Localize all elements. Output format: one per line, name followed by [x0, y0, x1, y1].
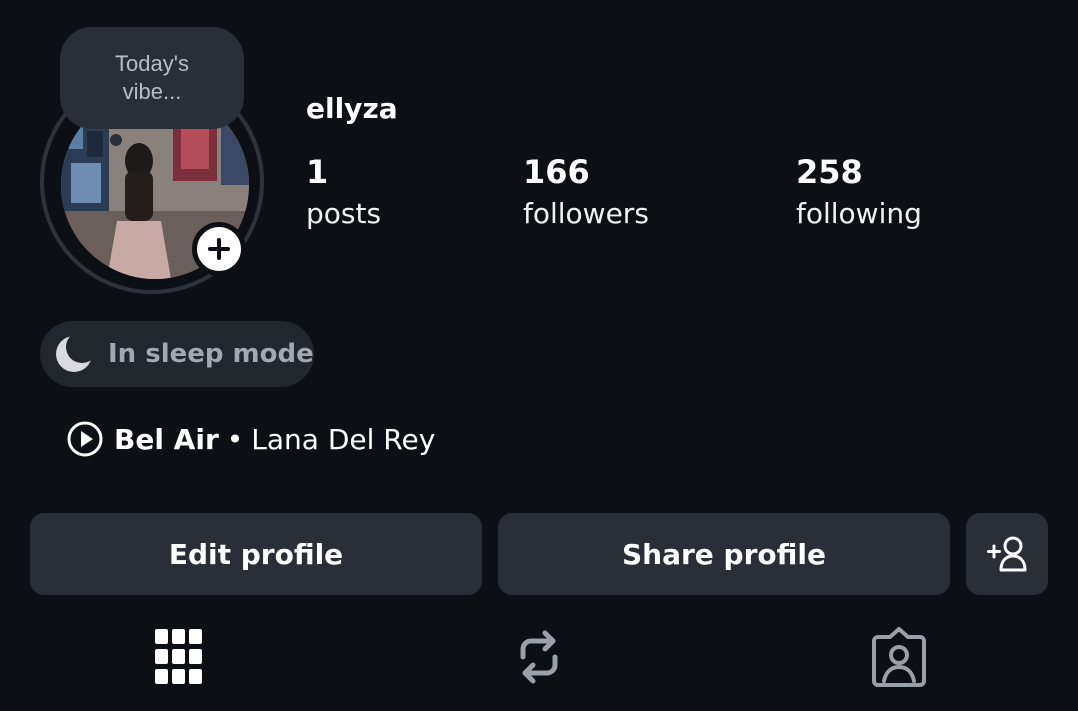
followers-label: followers: [523, 197, 649, 230]
posts-label: posts: [306, 197, 382, 230]
stat-followers[interactable]: 166 followers: [523, 152, 649, 234]
music-separator: •: [226, 422, 244, 456]
note-bubble-tail: [110, 134, 122, 146]
tab-tagged[interactable]: [869, 626, 929, 688]
person-add-icon: [987, 536, 1027, 572]
plus-icon: [208, 238, 230, 260]
username: ellyza: [306, 92, 398, 125]
tagged-icon: [872, 627, 926, 687]
status-text: In sleep mode: [108, 339, 314, 369]
stat-following[interactable]: 258 following: [796, 152, 922, 234]
following-count: 258: [796, 153, 863, 191]
repost-icon: [520, 630, 558, 684]
profile-page: Today's vibe... ellyza 1 posts 166 follo…: [0, 0, 1078, 711]
tab-posts-grid[interactable]: [149, 626, 209, 688]
grid-icon: [155, 629, 202, 684]
note-bubble[interactable]: Today's vibe...: [60, 27, 244, 129]
edit-profile-button[interactable]: Edit profile: [30, 513, 482, 595]
followers-count: 166: [523, 153, 590, 191]
add-story-button[interactable]: [192, 222, 246, 276]
posts-count: 1: [306, 153, 329, 191]
following-label: following: [796, 197, 922, 230]
discover-people-button[interactable]: [966, 513, 1048, 595]
share-profile-button[interactable]: Share profile: [498, 513, 950, 595]
play-circle-icon: [67, 421, 103, 457]
music-link[interactable]: Bel Air • Lana Del Rey: [66, 420, 435, 458]
tab-reposts[interactable]: [509, 626, 569, 688]
song-title: Bel Air: [114, 422, 219, 456]
note-text: Today's vibe...: [115, 51, 189, 104]
artist-name: Lana Del Rey: [251, 422, 436, 456]
stat-posts[interactable]: 1 posts: [306, 152, 381, 234]
status-pill[interactable]: In sleep mode: [40, 321, 314, 387]
moon-icon: [56, 332, 96, 372]
